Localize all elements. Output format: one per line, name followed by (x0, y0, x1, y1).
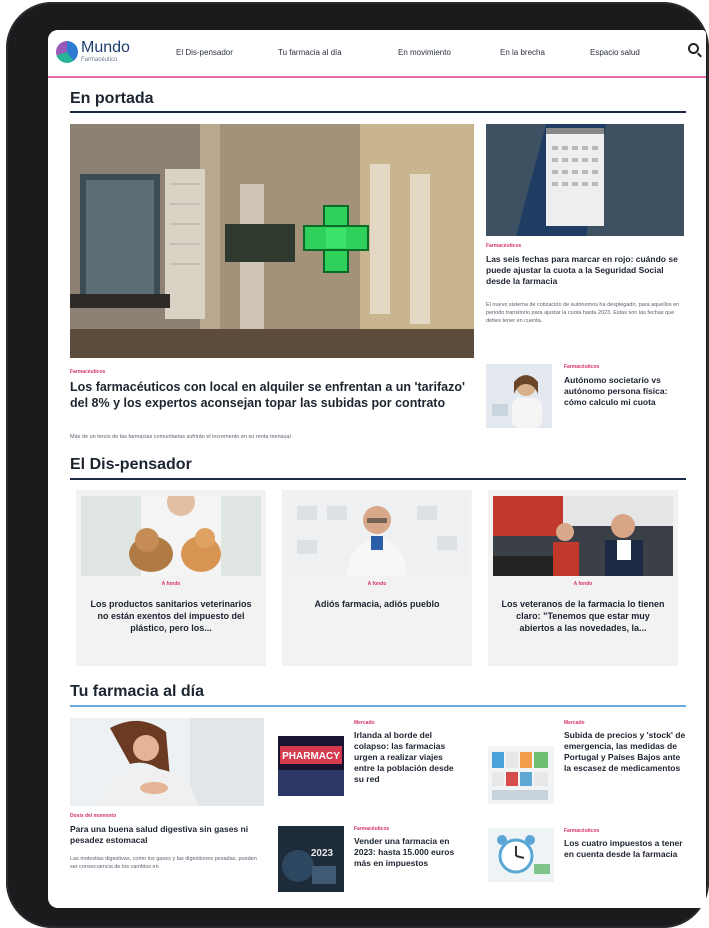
main-article-headline[interactable]: Los farmacéuticos con local en alquiler … (70, 379, 480, 412)
card-title[interactable]: Adiós farmacia, adiós pueblo (292, 598, 462, 610)
nav-item-espacio-salud[interactable]: Espacio salud (590, 48, 640, 57)
section-title-portada: En portada (70, 90, 154, 107)
section-divider (70, 705, 686, 707)
side-photo-woman[interactable] (486, 364, 552, 428)
article-card[interactable]: A fondo Los veteranos de la farmacia lo … (488, 490, 678, 666)
calendar-image (486, 124, 684, 236)
tf-item-photo[interactable] (488, 746, 554, 804)
tf-item-headline[interactable]: Los cuatro impuestos a tener en cuenta d… (564, 838, 688, 860)
tf-item-photo[interactable]: 2023 (278, 826, 344, 892)
logo-name: Mundo (81, 39, 130, 56)
pharmacy-sign-text: PHARMACY (282, 751, 340, 762)
logo-icon (56, 40, 78, 63)
logo-subtitle: Farmacéutico (81, 57, 118, 63)
side-article-summary: El nuevo sistema de cotización de autóno… (486, 302, 680, 324)
woman-thinking-image (486, 364, 552, 428)
nav-item-el-dis-pensador[interactable]: El Dis-pensador (176, 48, 233, 57)
browser-viewport[interactable]: Mundo Farmacéutico El Dis-pensador Tu fa… (48, 30, 706, 908)
card-title[interactable]: Los veteranos de la farmacia lo tienen c… (498, 598, 668, 634)
site-logo[interactable]: Mundo Farmacéutico (56, 40, 130, 63)
nav-item-en-la-brecha[interactable]: En la brecha (500, 48, 545, 57)
main-article-summary: Más de un tercio de las farmacias comuni… (70, 434, 291, 440)
card-photo (287, 496, 467, 576)
tablet-frame: Mundo Farmacéutico El Dis-pensador Tu fa… (6, 2, 709, 928)
tf-main-photo[interactable] (70, 718, 264, 806)
article-tag: Dosis del momento (70, 813, 117, 819)
article-tag: Farmacéuticos (564, 364, 600, 370)
pharmacy-facade-image (70, 124, 474, 358)
vet-pets-image (81, 496, 261, 576)
article-tag: Farmacéuticos (564, 828, 600, 834)
side-article-headline[interactable]: Las seis fechas para marcar en rojo: cuá… (486, 254, 684, 287)
article-tag: Farmacéuticos (354, 826, 390, 832)
tf-item-headline[interactable]: Subida de precios y 'stock' de emergenci… (564, 730, 688, 774)
pharmacist-portrait-image (287, 496, 467, 576)
card-tag: A fondo (161, 581, 181, 587)
tf-main-summary: Las molestias digestivas, como los gases… (70, 856, 257, 870)
article-tag: Farmacéuticos (70, 369, 106, 375)
side-photo-calendar[interactable] (486, 124, 684, 236)
article-tag: Mercado (354, 720, 375, 726)
card-tag: A fondo (367, 581, 387, 587)
year-2023-image: 2023 (278, 826, 344, 892)
article-tag: Mercado (564, 720, 585, 726)
card-photo (493, 496, 673, 576)
tf-item-headline[interactable]: Irlanda al borde del colapso: las farmac… (354, 730, 462, 785)
section-title-dispensador: El Dis-pensador (70, 456, 192, 473)
medicine-shelf-image (488, 746, 554, 804)
pharmacy-sign-image: PHARMACY (278, 736, 344, 796)
section-divider (70, 111, 686, 113)
nav-item-tu-farmacia[interactable]: Tu farmacia al día (278, 48, 342, 57)
article-card[interactable]: A fondo Adiós farmacia, adiós pueblo (282, 490, 472, 666)
section-divider (70, 478, 686, 480)
tf-item-photo[interactable]: PHARMACY (278, 736, 344, 796)
side-article-headline[interactable]: Autónomo societario vs autónomo persona … (564, 375, 688, 408)
radio-studio-image (493, 496, 673, 576)
main-photo-pharmacy-facade[interactable] (70, 124, 474, 358)
card-title[interactable]: Los productos sanitarios veterinarios no… (86, 598, 256, 634)
article-tag: Farmacéuticos (486, 243, 522, 249)
woman-stomach-ache-image (70, 718, 264, 806)
card-photo (81, 496, 261, 576)
nav-item-en-movimiento[interactable]: En movimiento (398, 48, 451, 57)
search-icon[interactable] (688, 43, 699, 54)
year-text: 2023 (311, 848, 334, 859)
top-navigation: Mundo Farmacéutico El Dis-pensador Tu fa… (48, 30, 706, 78)
tf-item-photo[interactable] (488, 828, 554, 882)
card-tag: A fondo (573, 581, 593, 587)
section-title-tu-farmacia: Tu farmacia al día (70, 683, 204, 700)
alarm-clock-image (488, 828, 554, 882)
tf-item-headline[interactable]: Vender una farmacia en 2023: hasta 15.00… (354, 836, 462, 869)
article-card[interactable]: A fondo Los productos sanitarios veterin… (76, 490, 266, 666)
tf-main-headline[interactable]: Para una buena salud digestiva sin gases… (70, 824, 264, 847)
